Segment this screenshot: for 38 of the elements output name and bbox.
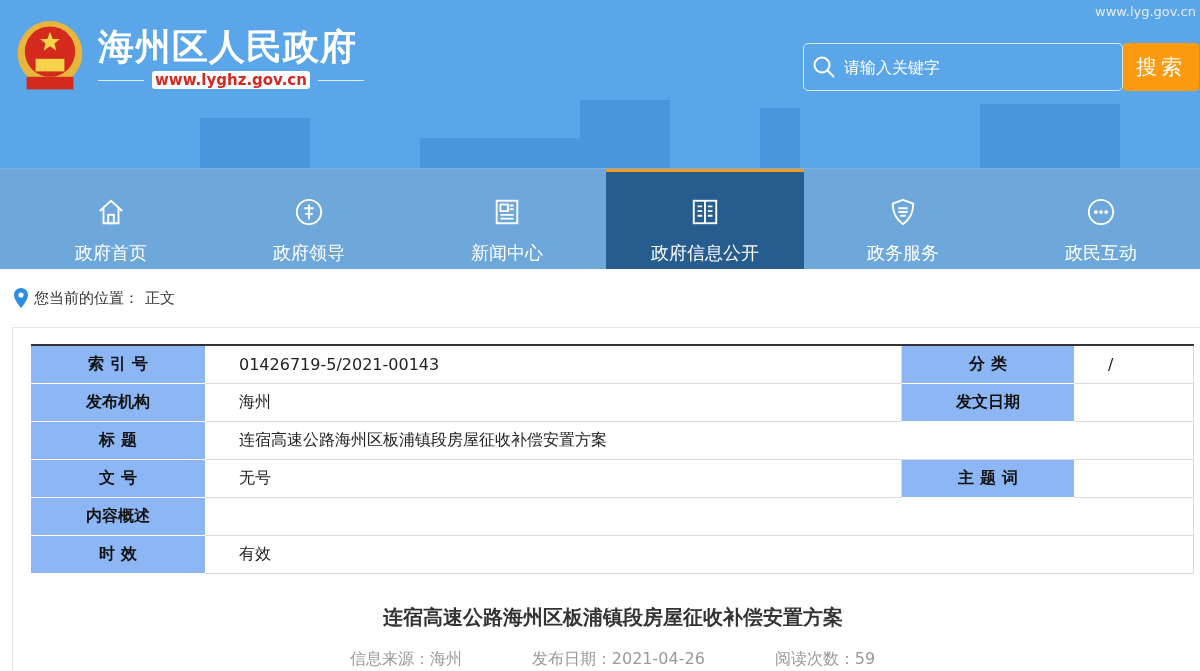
field-value: 有效: [205, 535, 1194, 574]
field-label: 主 题 词: [901, 459, 1074, 498]
article-source: 信息来源：海州: [349, 649, 462, 670]
coin-icon: [294, 197, 324, 227]
field-label: 发文日期: [901, 383, 1074, 422]
field-value: 01426719-5/2021-00143: [205, 345, 902, 384]
breadcrumb-current[interactable]: 正文: [145, 288, 175, 308]
nav-tab[interactable]: 新闻中心: [408, 169, 606, 269]
ellipsis-icon: [1086, 197, 1116, 227]
nav-tab[interactable]: 政府领导: [210, 169, 408, 269]
field-value: 无号: [205, 459, 902, 498]
search-button[interactable]: 搜索: [1123, 43, 1199, 91]
corner-url: www.lyg.gov.cn: [1095, 4, 1196, 19]
site-name: 海州区人民政府: [98, 25, 358, 69]
nav-tab[interactable]: 政府首页: [12, 169, 210, 269]
field-label: 文 号: [31, 459, 205, 498]
house-icon: [96, 197, 126, 227]
article-date: 发布日期：2021-04-26: [531, 649, 705, 670]
site-url: www.lyghz.gov.cn: [152, 71, 310, 89]
field-value: 连宿高速公路海州区板浦镇段房屋征收补偿安置方案: [205, 421, 1194, 460]
article-title: 连宿高速公路海州区板浦镇段房屋征收补偿安置方案: [381, 604, 844, 631]
location-pin-icon: [14, 288, 28, 308]
field-label: 标 题: [31, 421, 205, 460]
field-label: 时 效: [31, 535, 205, 574]
nav-tab[interactable]: 政民互动: [1002, 169, 1200, 269]
field-label: 发布机构: [31, 383, 205, 422]
breadcrumb-label: 您当前的位置：: [34, 288, 139, 308]
search-field[interactable]: 请输入关键字: [803, 43, 1123, 91]
field-value: /: [1074, 345, 1194, 384]
field-label: 内容概述: [31, 497, 205, 536]
nav-tab[interactable]: 政务服务: [804, 169, 1002, 269]
book-icon: [690, 197, 720, 227]
field-label: 索 引 号: [31, 345, 205, 384]
search-icon: [812, 55, 836, 79]
field-value: 海州: [205, 383, 902, 422]
field-label: 分 类: [901, 345, 1074, 384]
article-views: 阅读次数：59: [774, 649, 876, 670]
nav-tab[interactable]: 政府信息公开: [606, 169, 804, 269]
